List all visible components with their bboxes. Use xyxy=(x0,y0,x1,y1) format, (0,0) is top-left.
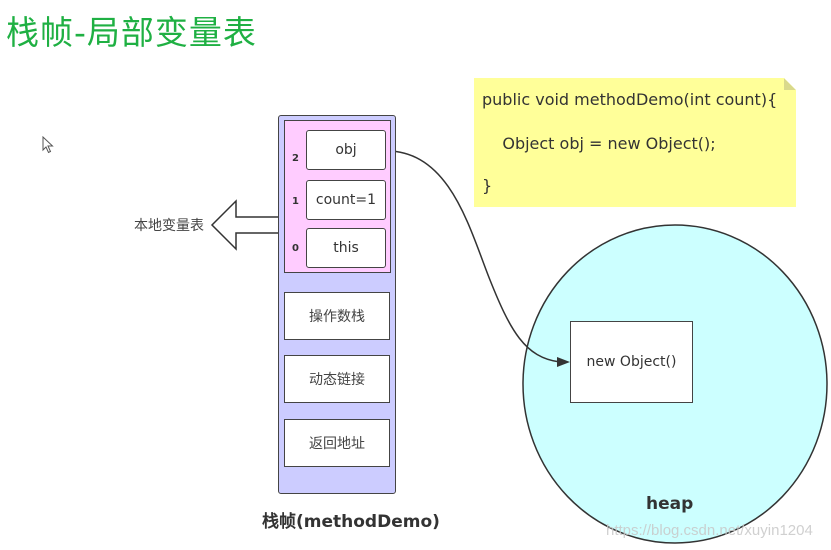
operand-stack: 操作数栈 xyxy=(284,292,390,340)
slot-index: 0 xyxy=(292,243,299,254)
heap-object: new Object() xyxy=(570,321,693,403)
slot-count: count=1 xyxy=(306,180,386,220)
watermark: https://blog.csdn.net/xuyin1204 xyxy=(606,522,813,539)
local-variable-table-label: 本地变量表 xyxy=(134,218,204,234)
code-line: Object obj = new Object(); xyxy=(482,134,716,153)
dynamic-linking: 动态链接 xyxy=(284,355,390,403)
code-line: } xyxy=(482,176,493,195)
slot-obj: obj xyxy=(306,130,386,170)
heap-label: heap xyxy=(646,494,694,514)
stack-frame-label: 栈帧(methodDemo) xyxy=(262,512,440,532)
code-note: public void methodDemo(int count){ Objec… xyxy=(474,78,796,207)
left-arrow-icon xyxy=(210,199,281,251)
slot-index: 1 xyxy=(292,196,299,207)
code-line: public void methodDemo(int count){ xyxy=(482,90,778,109)
slot-this: this xyxy=(306,228,386,268)
return-address: 返回地址 xyxy=(284,419,390,467)
slot-index: 2 xyxy=(292,153,299,164)
